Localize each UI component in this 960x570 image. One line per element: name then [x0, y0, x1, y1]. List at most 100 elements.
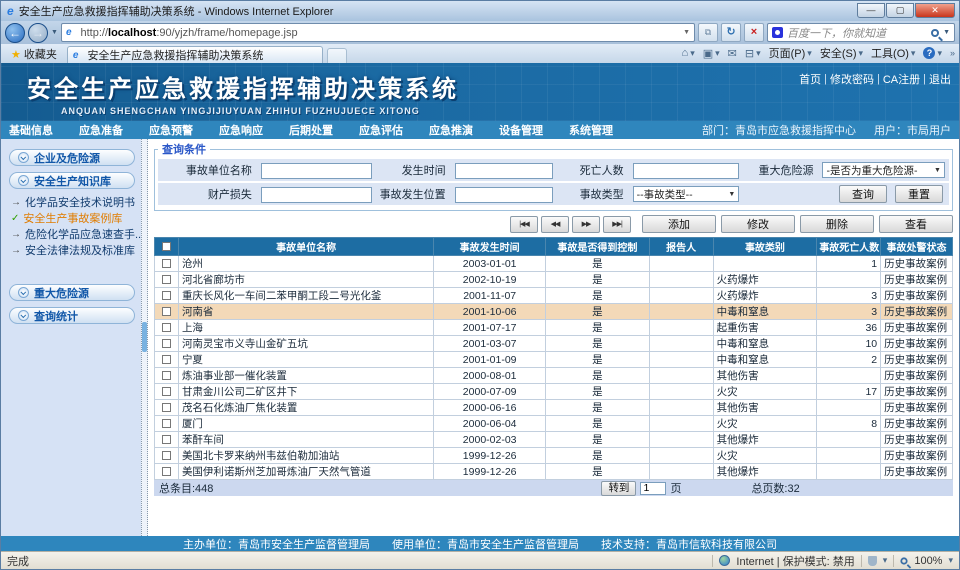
header-link[interactable]: 修改密码: [830, 71, 874, 87]
print-button[interactable]: ⊟▾: [745, 47, 761, 60]
back-button[interactable]: ←: [5, 23, 25, 43]
sidebar-group-button[interactable]: 重大危险源: [9, 284, 135, 301]
row-checkbox[interactable]: [162, 419, 171, 428]
goto-page-button[interactable]: 转到: [601, 481, 636, 496]
nav-item[interactable]: 设备管理: [499, 122, 543, 138]
location-input[interactable]: [455, 187, 554, 203]
table-row[interactable]: 苯酐车间2000-02-03是其他爆炸历史事故案例: [155, 432, 953, 448]
feeds-button[interactable]: ▣▾: [703, 47, 720, 60]
nav-item[interactable]: 应急响应: [219, 122, 263, 138]
pager-first-button[interactable]: |◀◀: [510, 216, 538, 233]
row-checkbox[interactable]: [162, 387, 171, 396]
major-hazard-select[interactable]: -是否为重大危险源-▼: [822, 162, 945, 178]
table-row[interactable]: 河南省2001-10-06是中毒和窒息3历史事故案例: [155, 304, 953, 320]
nav-item[interactable]: 后期处置: [289, 122, 333, 138]
reset-button[interactable]: 重置: [895, 185, 943, 203]
address-field[interactable]: e http://localhost:90/yjzh/frame/homepag…: [61, 23, 695, 42]
nav-item[interactable]: 应急推演: [429, 122, 473, 138]
search-button[interactable]: 查询: [839, 185, 887, 203]
page-menu[interactable]: 页面(P)▾: [769, 45, 812, 61]
forward-button[interactable]: →: [28, 23, 48, 43]
table-row[interactable]: 河南灵宝市义寺山金矿五坑2001-03-07是中毒和窒息10历史事故案例: [155, 336, 953, 352]
favorites-button[interactable]: ★ 收藏夹: [5, 45, 63, 63]
row-checkbox[interactable]: [162, 275, 171, 284]
unit-name-input[interactable]: [261, 163, 372, 179]
row-checkbox[interactable]: [162, 451, 171, 460]
minimize-button[interactable]: —: [857, 3, 885, 18]
zoom-dropdown-icon[interactable]: ▾: [948, 555, 953, 566]
table-row[interactable]: 宁夏2001-01-09是中毒和窒息2历史事故案例: [155, 352, 953, 368]
table-row[interactable]: 河北省廊坊市2002-10-19是火药爆炸历史事故案例: [155, 272, 953, 288]
table-row[interactable]: 沧州2003-01-01是1历史事故案例: [155, 256, 953, 272]
row-checkbox[interactable]: [162, 259, 171, 268]
home-button[interactable]: ⌂▾: [682, 47, 695, 59]
table-row[interactable]: 茂名石化炼油厂焦化装置2000-06-16是其他伤害历史事故案例: [155, 400, 953, 416]
row-checkbox[interactable]: [162, 323, 171, 332]
table-row[interactable]: 美国伊利诺斯州芝加哥炼油厂天然气管道1999-12-26是其他爆炸历史事故案例: [155, 464, 953, 480]
history-dropdown-icon[interactable]: ▼: [51, 29, 58, 36]
header-link[interactable]: 首页: [799, 71, 821, 87]
toolbar-overflow-icon[interactable]: »: [950, 48, 955, 58]
header-link[interactable]: CA注册: [883, 71, 920, 87]
stop-button[interactable]: ×: [744, 23, 764, 42]
header-link[interactable]: 退出: [929, 71, 951, 87]
new-tab-button[interactable]: [327, 48, 347, 63]
refresh-button[interactable]: ↻: [721, 23, 741, 42]
row-checkbox[interactable]: [162, 291, 171, 300]
table-row[interactable]: 炼油事业部一催化装置2000-08-01是其他伤害历史事故案例: [155, 368, 953, 384]
sidebar-item[interactable]: ✓安全生产事故案例库: [9, 210, 135, 226]
pager-prev-button[interactable]: ◀◀: [541, 216, 569, 233]
row-checkbox[interactable]: [162, 403, 171, 412]
row-checkbox[interactable]: [162, 435, 171, 444]
add-button[interactable]: 添加: [642, 215, 716, 233]
property-loss-input[interactable]: [261, 187, 372, 203]
search-box[interactable]: 百度一下，你就知道 ▼: [767, 23, 955, 42]
nav-item[interactable]: 应急准备: [79, 122, 123, 138]
page-number-input[interactable]: [640, 482, 666, 495]
nav-item[interactable]: 应急评估: [359, 122, 403, 138]
close-button[interactable]: ✕: [915, 3, 955, 18]
nav-item[interactable]: 基础信息: [9, 122, 53, 138]
table-row[interactable]: 上海2001-07-17是起重伤害36历史事故案例: [155, 320, 953, 336]
view-button[interactable]: 查看: [879, 215, 953, 233]
row-checkbox[interactable]: [162, 307, 171, 316]
table-row[interactable]: 厦门2000-06-04是火灾8历史事故案例: [155, 416, 953, 432]
protected-mode-icon[interactable]: [868, 556, 877, 566]
row-checkbox[interactable]: [162, 467, 171, 476]
modify-button[interactable]: 修改: [721, 215, 795, 233]
address-dropdown-icon[interactable]: ▼: [683, 29, 690, 36]
read-mail-button[interactable]: ✉: [728, 47, 737, 60]
zoom-icon[interactable]: [901, 557, 908, 564]
deaths-input[interactable]: [633, 163, 740, 179]
tools-menu[interactable]: 工具(O)▾: [871, 45, 915, 61]
sidebar-group-button[interactable]: 查询统计: [9, 307, 135, 324]
compatibility-view-button[interactable]: ⧉: [698, 23, 718, 42]
sidebar-item[interactable]: →安全法律法规及标准库: [9, 242, 135, 258]
search-dropdown-icon[interactable]: ▼: [943, 29, 950, 36]
search-magnifier-icon[interactable]: [931, 29, 939, 37]
splitter-collapse-handle[interactable]: [142, 322, 147, 352]
sidebar-group-button[interactable]: 企业及危险源: [9, 149, 135, 166]
nav-item[interactable]: 系统管理: [569, 122, 613, 138]
nav-item[interactable]: 应急预警: [149, 122, 193, 138]
splitter[interactable]: [141, 139, 148, 536]
maximize-button[interactable]: ▢: [886, 3, 914, 18]
table-row[interactable]: 甘肃金川公司二矿区井下2000-07-09是火灾17历史事故案例: [155, 384, 953, 400]
browser-tab[interactable]: e 安全生产应急救援指挥辅助决策系统: [67, 46, 323, 63]
pager-last-button[interactable]: ▶▶|: [603, 216, 631, 233]
accident-type-select[interactable]: --事故类型--▼: [633, 186, 740, 202]
chevron-down-icon[interactable]: ▾: [883, 555, 888, 566]
help-menu[interactable]: ?▾: [923, 47, 942, 59]
table-row[interactable]: 重庆长风化一车间二苯甲酮工段二号光化釜2001-11-07是火药爆炸3历史事故案…: [155, 288, 953, 304]
row-checkbox[interactable]: [162, 371, 171, 380]
row-checkbox[interactable]: [162, 355, 171, 364]
sidebar-item[interactable]: →危险化学品应急速查手...: [9, 226, 135, 242]
select-all-checkbox[interactable]: [162, 242, 171, 251]
occur-time-input[interactable]: [455, 163, 554, 179]
table-row[interactable]: 美国北卡罗来纳州韦兹伯勒加油站1999-12-26是火灾历史事故案例: [155, 448, 953, 464]
safety-menu[interactable]: 安全(S)▾: [820, 45, 863, 61]
sidebar-item[interactable]: →化学品安全技术说明书: [9, 194, 135, 210]
delete-button[interactable]: 删除: [800, 215, 874, 233]
row-checkbox[interactable]: [162, 339, 171, 348]
sidebar-group-button[interactable]: 安全生产知识库: [9, 172, 135, 189]
